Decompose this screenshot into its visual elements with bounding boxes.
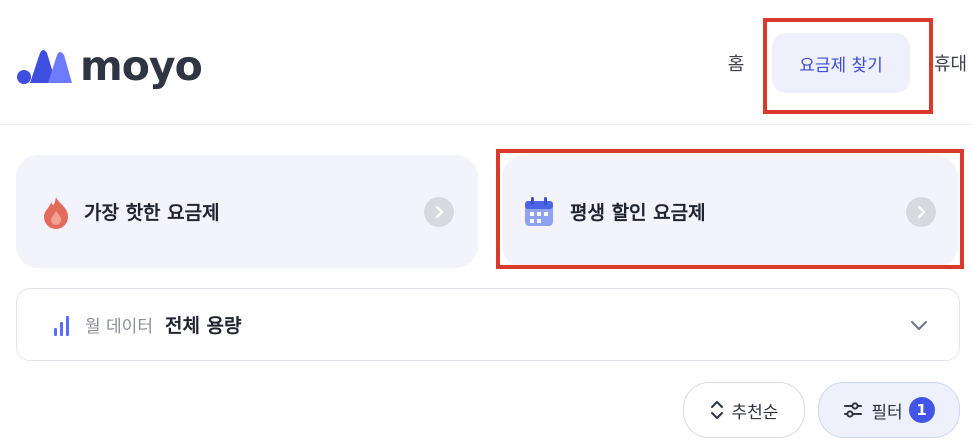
fire-icon [44,196,68,229]
sort-button[interactable]: 추천순 [683,382,805,438]
data-filter-label: 월 데이터 [85,317,153,337]
bar-chart-icon [54,314,69,336]
sort-label: 추천순 [731,402,779,423]
data-filter-value: 전체 용량 [164,315,242,337]
nav-phone[interactable]: 휴대 [934,49,972,77]
chevron-right-icon [424,196,454,227]
promo-card-hot-plans[interactable]: 가장 핫한 요금제 [16,155,478,268]
data-amount-dropdown[interactable]: 월 데이터 전체 용량 [16,288,960,361]
nav-home[interactable]: 홈 [712,49,760,77]
sort-updown-icon [710,401,723,419]
promo-label: 가장 핫한 요금제 [84,202,220,224]
highlight-box-nav [763,18,933,114]
moyo-logo-icon [17,50,72,84]
filter-label: 필터 [871,402,903,423]
logo-text: moyo [80,41,203,90]
filter-button[interactable]: 필터 1 [818,382,960,438]
chevron-down-icon [911,321,927,330]
filter-sliders-icon [844,402,863,418]
moyo-logo[interactable]: moyo [16,40,226,92]
filter-count-badge: 1 [908,397,935,423]
highlight-box-promo [496,149,964,269]
header-divider [0,124,972,125]
